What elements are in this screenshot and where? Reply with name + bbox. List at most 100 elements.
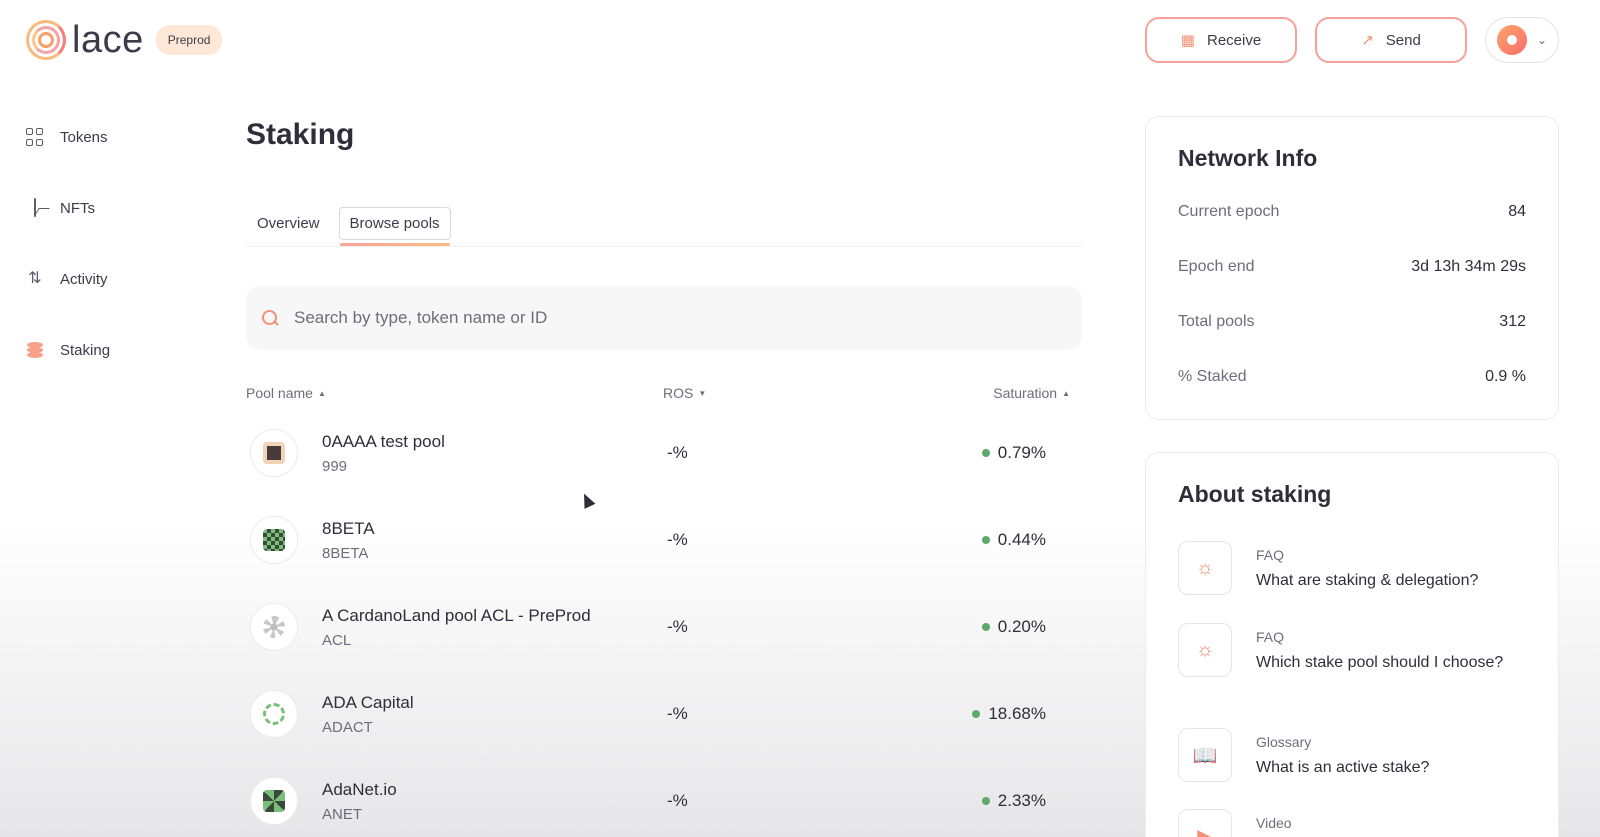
book-icon: 📖 bbox=[1178, 728, 1232, 782]
pool-ticker: 999 bbox=[322, 458, 348, 475]
about-item-faq-staking[interactable]: ☼ FAQ What are staking & delegation? bbox=[1178, 541, 1538, 595]
network-badge: Preprod bbox=[155, 25, 223, 55]
search-icon bbox=[262, 310, 278, 326]
about-item-faq-pool[interactable]: ☼ FAQ Which stake pool should I choose? bbox=[1178, 623, 1538, 677]
pool-ticker: ACL bbox=[322, 632, 352, 649]
info-label: % Staked bbox=[1178, 368, 1247, 385]
pool-search-bar[interactable] bbox=[246, 286, 1082, 350]
pool-ticker: ADACT bbox=[322, 719, 373, 736]
video-icon: ▶ bbox=[1178, 809, 1232, 837]
pool-saturation: 2.33% bbox=[981, 791, 1046, 811]
pool-saturation: 18.68% bbox=[972, 704, 1046, 724]
table-row[interactable]: ADA Capital ADACT -% 18.68% bbox=[246, 684, 1082, 771]
pool-saturation: 0.20% bbox=[981, 617, 1046, 637]
pool-avatar-icon bbox=[263, 703, 285, 725]
send-label: Send bbox=[1385, 31, 1421, 49]
sort-down-icon: ▼ bbox=[698, 389, 707, 398]
info-label: Total pools bbox=[1178, 313, 1255, 330]
lightbulb-icon: ☼ bbox=[1178, 623, 1232, 677]
sidebar-item-label: NFTs bbox=[60, 199, 95, 217]
lace-logo[interactable]: lace Preprod bbox=[26, 20, 223, 60]
tab-overview[interactable]: Overview bbox=[246, 207, 331, 240]
table-row[interactable]: A CardanoLand pool ACL - PreProd ACL -% … bbox=[246, 597, 1082, 684]
table-row[interactable]: 8BETA 8BETA -% 0.44% bbox=[246, 510, 1082, 597]
chevron-down-icon: ⌄ bbox=[1536, 33, 1548, 47]
info-label: Current epoch bbox=[1178, 203, 1280, 220]
about-staking-title: About staking bbox=[1178, 481, 1332, 507]
table-row[interactable]: AdaNet.io ANET -% 2.33% bbox=[246, 771, 1082, 837]
pool-logo bbox=[250, 603, 298, 651]
info-row-total-pools: Total pools 312 bbox=[1178, 313, 1526, 331]
pool-logo bbox=[250, 516, 298, 564]
about-item-video[interactable]: ▶ Video bbox=[1178, 809, 1538, 837]
about-item-kind: Video bbox=[1256, 815, 1292, 831]
sidebar-item-label: Tokens bbox=[60, 128, 108, 146]
search-input[interactable] bbox=[294, 308, 1034, 328]
saturation-dot-icon bbox=[981, 449, 990, 457]
pool-logo bbox=[250, 690, 298, 738]
tokens-grid-icon bbox=[26, 128, 44, 146]
saturation-value: 0.79% bbox=[997, 443, 1046, 462]
staking-stack-icon bbox=[26, 341, 44, 359]
about-item-question: Which stake pool should I choose? bbox=[1256, 654, 1504, 671]
page-title: Staking bbox=[246, 118, 355, 151]
sort-up-icon: ▲ bbox=[317, 389, 326, 398]
about-item-question: What are staking & delegation? bbox=[1256, 572, 1479, 589]
lace-logo-icon bbox=[26, 20, 66, 60]
pool-ros: -% bbox=[667, 617, 688, 636]
table-row[interactable]: 0AAAA test pool 999 -% 0.79% bbox=[246, 423, 1082, 510]
saturation-dot-icon bbox=[981, 623, 990, 631]
pool-name: A CardanoLand pool ACL - PreProd bbox=[322, 606, 591, 625]
send-button[interactable]: ↗ Send bbox=[1315, 17, 1467, 63]
column-header-label: Saturation bbox=[993, 385, 1058, 401]
sidebar-item-nfts[interactable]: NFTs bbox=[26, 193, 110, 223]
pool-list: 0AAAA test pool 999 -% 0.79% 8BETA 8BETA… bbox=[246, 423, 1082, 837]
info-value: 312 bbox=[1499, 313, 1526, 330]
pool-name: AdaNet.io bbox=[322, 780, 397, 799]
saturation-dot-icon bbox=[972, 710, 981, 718]
info-row-current-epoch: Current epoch 84 bbox=[1178, 203, 1526, 221]
account-menu-button[interactable]: ⌄ bbox=[1485, 17, 1559, 63]
receive-label: Receive bbox=[1206, 31, 1262, 49]
network-info-title: Network Info bbox=[1178, 145, 1318, 171]
sidebar-item-staking[interactable]: Staking bbox=[26, 335, 110, 365]
staking-tabs: Overview Browse pools bbox=[246, 207, 1082, 247]
about-item-kind: FAQ bbox=[1256, 547, 1285, 563]
pool-avatar-icon bbox=[263, 616, 285, 638]
pool-name: ADA Capital bbox=[322, 693, 414, 712]
avatar bbox=[1496, 25, 1527, 55]
qr-code-icon: ▦ bbox=[1180, 32, 1195, 49]
about-item-glossary[interactable]: 📖 Glossary What is an active stake? bbox=[1178, 728, 1538, 782]
pool-logo bbox=[250, 429, 298, 477]
sidebar-item-label: Staking bbox=[60, 341, 111, 359]
saturation-value: 0.20% bbox=[997, 617, 1046, 636]
tab-browse-pools[interactable]: Browse pools bbox=[338, 207, 451, 246]
info-row-staked: % Staked 0.9 % bbox=[1178, 368, 1526, 386]
about-staking-card: About staking ☼ FAQ What are staking & d… bbox=[1145, 452, 1559, 837]
pool-ros: -% bbox=[667, 704, 688, 723]
info-label: Epoch end bbox=[1178, 258, 1255, 275]
pool-avatar-icon bbox=[263, 529, 285, 551]
nft-image-icon bbox=[26, 198, 44, 217]
column-header-label: ROS bbox=[663, 385, 694, 401]
about-item-kind: FAQ bbox=[1256, 629, 1285, 645]
column-header-pool-name[interactable]: Pool name ▲ bbox=[246, 385, 326, 401]
column-header-ros[interactable]: ROS ▼ bbox=[663, 385, 706, 401]
receive-button[interactable]: ▦ Receive bbox=[1145, 17, 1297, 63]
pool-ticker: 8BETA bbox=[322, 545, 369, 562]
saturation-value: 0.44% bbox=[997, 530, 1046, 549]
column-header-saturation[interactable]: Saturation ▲ bbox=[993, 385, 1070, 401]
pool-saturation: 0.44% bbox=[981, 530, 1046, 550]
sidebar-nav: Tokens NFTs ⇅ Activity Staking bbox=[26, 122, 110, 406]
sort-up-icon: ▲ bbox=[1062, 389, 1070, 398]
saturation-value: 18.68% bbox=[988, 704, 1046, 723]
about-item-kind: Glossary bbox=[1256, 734, 1312, 750]
sidebar-item-activity[interactable]: ⇅ Activity bbox=[26, 264, 110, 294]
pool-saturation: 0.79% bbox=[981, 443, 1046, 463]
column-header-label: Pool name bbox=[246, 385, 313, 401]
sidebar-item-tokens[interactable]: Tokens bbox=[26, 122, 110, 152]
saturation-value: 2.33% bbox=[997, 791, 1046, 810]
pool-ticker: ANET bbox=[322, 806, 363, 823]
pool-name: 0AAAA test pool bbox=[322, 432, 445, 451]
sidebar-item-label: Activity bbox=[60, 270, 108, 288]
